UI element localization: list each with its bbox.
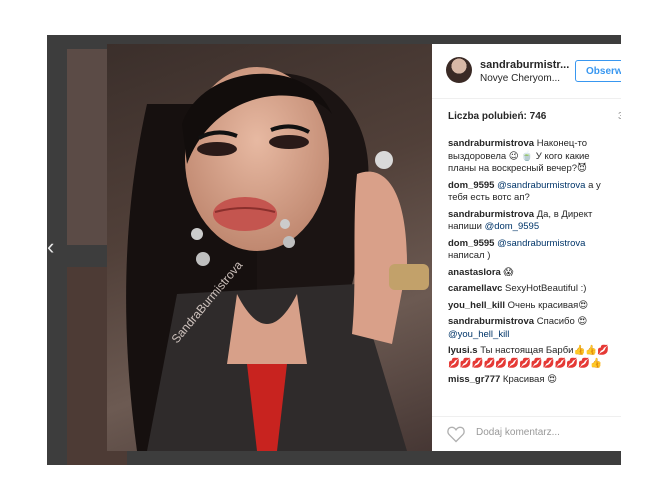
comment-item: lyusi.s Ты настоящая Барби👍👍💋💋💋💋💋💋💋💋💋💋💋💋… xyxy=(448,345,620,370)
comment-username[interactable]: sandraburmistrova xyxy=(448,138,534,149)
post-modal: SandraBurmistrova sandraburmistr... Novy… xyxy=(107,44,621,451)
comment-bar: Dodaj komentarz... xyxy=(432,416,621,451)
comment-username[interactable]: caramellavc xyxy=(448,283,502,294)
comment-text: 😱 xyxy=(500,266,514,278)
post-username[interactable]: sandraburmistr... xyxy=(480,59,569,71)
comment-item: sandraburmistrova Спасибо 😍 @you_hell_ki… xyxy=(448,316,620,341)
comment-mention[interactable]: @dom_9595 xyxy=(485,221,540,232)
comment-username[interactable]: dom_9595 xyxy=(448,180,494,191)
comment-item: dom_9595 @sandraburmistrova а у тебя ест… xyxy=(448,180,620,205)
post-side-panel: sandraburmistr... Novye Cheryom... Obser… xyxy=(432,44,621,451)
post-location[interactable]: Novye Cheryom... xyxy=(480,73,560,84)
comment-item: sandraburmistrova Наконец-то выздоровела… xyxy=(448,138,620,176)
post-photo[interactable]: SandraBurmistrova xyxy=(107,44,432,451)
comment-item: caramellavc SexyHotBeautiful :) xyxy=(448,283,620,296)
comment-username[interactable]: sandraburmistrova xyxy=(448,209,534,220)
comment-text: написал ) xyxy=(448,250,491,261)
comment-username[interactable]: miss_gr777 xyxy=(448,374,500,385)
portrait-illustration: SandraBurmistrova xyxy=(126,67,429,451)
comment-item: you_hell_kill Очень красивая😍 xyxy=(448,300,620,313)
chevron-left-icon[interactable]: ‹ xyxy=(47,234,61,260)
comment-username[interactable]: anastaslora xyxy=(448,267,501,278)
comment-username[interactable]: dom_9595 xyxy=(448,238,494,249)
comment-username[interactable]: you_hell_kill xyxy=(448,300,505,311)
comment-item: dom_9595 @sandraburmistrova написал ) xyxy=(448,238,620,263)
post-header: sandraburmistr... Novye Cheryom... Obser… xyxy=(432,44,621,99)
add-comment-input[interactable]: Dodaj komentarz... xyxy=(476,427,560,438)
comment-text: Красивая 😍 xyxy=(500,374,558,385)
likes-count[interactable]: Liczba polubień: 746 xyxy=(448,111,546,122)
comment-text: Спасибо 😍 xyxy=(534,316,588,327)
comment-username[interactable]: sandraburmistrova xyxy=(448,316,534,327)
follow-button[interactable]: Obserw xyxy=(575,60,621,82)
heart-icon[interactable] xyxy=(446,424,466,444)
comment-text: SexyHotBeautiful :) xyxy=(502,283,587,294)
comment-mention[interactable]: @sandraburmistrova xyxy=(497,180,585,191)
comment-item: miss_gr777 Красивая 😍 xyxy=(448,374,620,387)
comment-text: Очень красивая😍 xyxy=(505,299,589,311)
comment-list: sandraburmistrova Наконец-то выздоровела… xyxy=(448,138,620,391)
post-age: 3 xyxy=(618,111,621,122)
comment-item: sandraburmistrova Да, в Директ напиши @d… xyxy=(448,209,620,234)
comment-mention[interactable]: @you_hell_kill xyxy=(448,329,509,340)
comment-username[interactable]: lyusi.s xyxy=(448,345,478,356)
comment-item: anastaslora 😱 xyxy=(448,267,620,280)
comment-mention[interactable]: @sandraburmistrova xyxy=(497,238,585,249)
avatar[interactable] xyxy=(446,57,472,83)
